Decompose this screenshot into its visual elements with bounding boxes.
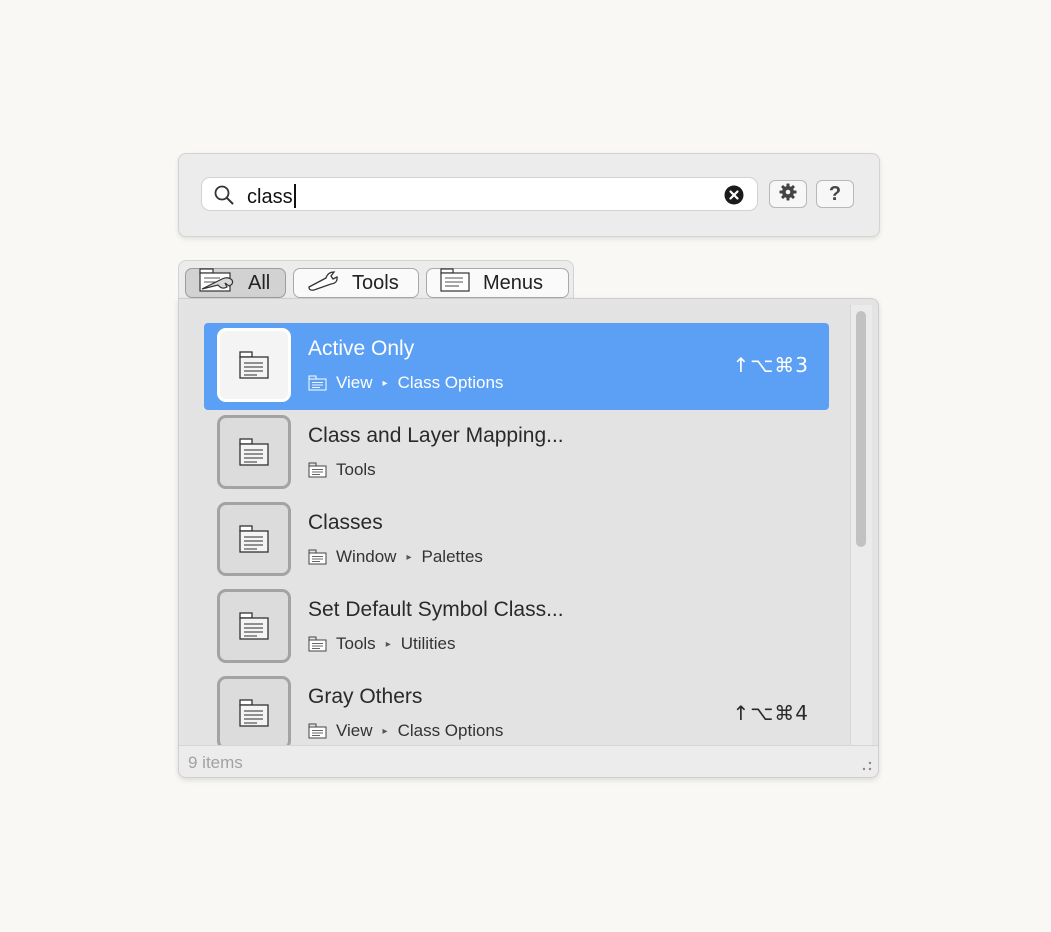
path-segment: View [336, 721, 373, 740]
result-path: Window ▸ Palettes [308, 547, 483, 567]
result-path: Tools [308, 460, 376, 480]
status-bar: 9 items [179, 745, 878, 777]
search-field[interactable]: class [201, 177, 758, 211]
tab-all-label: All [248, 271, 271, 294]
result-path: View ▸ Class Options [308, 373, 503, 393]
result-row[interactable]: Classes Window ▸ Palettes [204, 497, 829, 584]
path-segment: Class Options [397, 373, 504, 392]
item-count: 9 items [188, 753, 243, 772]
result-title: Class and Layer Mapping... [308, 424, 564, 447]
results-panel: Active Only View ▸ Class Options ↑⌥⌘3 Class a… [178, 298, 879, 778]
path-segment: Palettes [421, 547, 483, 566]
path-segment: Utilities [400, 634, 456, 653]
result-row[interactable]: Active Only View ▸ Class Options ↑⌥⌘3 [204, 323, 829, 410]
settings-button[interactable] [769, 180, 807, 208]
tab-tools-label: Tools [352, 271, 399, 294]
help-button[interactable]: ? [816, 180, 854, 208]
menu-path-icon [308, 462, 328, 478]
keyboard-shortcut: ↑⌥⌘4 [732, 701, 809, 725]
tools-and-menus-icon [198, 267, 238, 299]
path-segment: Window [336, 547, 397, 566]
resize-grip-icon[interactable] [862, 758, 872, 776]
result-path: View ▸ Class Options [308, 721, 503, 741]
search-input[interactable]: class [247, 184, 296, 208]
path-segment: Class Options [397, 721, 504, 740]
result-row[interactable]: Class and Layer Mapping... Tools [204, 410, 829, 497]
search-query-text: class [247, 186, 293, 208]
result-title: Gray Others [308, 685, 423, 708]
results-list[interactable]: Active Only View ▸ Class Options ↑⌥⌘3 Class a… [185, 305, 850, 745]
path-segment: View [336, 373, 373, 392]
menu-item-icon [217, 328, 291, 402]
scrollbar[interactable] [850, 305, 872, 745]
wrench-icon [306, 269, 342, 297]
menu-path-icon [308, 723, 328, 739]
tab-menus-label: Menus [483, 271, 544, 294]
menu-item-icon [217, 589, 291, 663]
path-separator: ▸ [382, 725, 388, 737]
keyboard-shortcut: ↑⌥⌘3 [732, 353, 809, 377]
path-separator: ▸ [406, 551, 412, 563]
menu-path-icon [308, 549, 328, 565]
help-label: ? [828, 182, 842, 205]
menu-path-icon [308, 636, 328, 652]
path-separator: ▸ [385, 638, 391, 650]
menu-path-icon [308, 375, 328, 391]
search-panel: class ? [178, 153, 880, 237]
path-separator: ▸ [382, 377, 388, 389]
menu-item-icon [217, 502, 291, 576]
scrollbar-thumb[interactable] [856, 311, 866, 547]
tab-menus[interactable]: Menus [426, 268, 569, 298]
result-path: Tools ▸ Utilities [308, 634, 456, 654]
text-caret [293, 184, 296, 208]
path-segment: Tools [336, 460, 376, 479]
search-icon [214, 185, 234, 210]
result-title: Active Only [308, 337, 415, 360]
result-title: Classes [308, 511, 383, 534]
clear-search-icon[interactable] [724, 185, 744, 210]
menu-item-icon [217, 415, 291, 489]
gear-icon [778, 182, 798, 207]
result-title: Set Default Symbol Class... [308, 598, 564, 621]
menu-item-icon [217, 676, 291, 745]
tab-tools[interactable]: Tools [293, 268, 419, 298]
path-segment: Tools [336, 634, 376, 653]
result-row[interactable]: Gray Others View ▸ Class Options ↑⌥⌘4 [204, 671, 829, 745]
menu-icon [439, 268, 473, 298]
result-row[interactable]: Set Default Symbol Class... Tools ▸ Utiliti… [204, 584, 829, 671]
tab-all[interactable]: All [185, 268, 286, 298]
filter-tab-bar: All Tools Menus [178, 260, 574, 300]
